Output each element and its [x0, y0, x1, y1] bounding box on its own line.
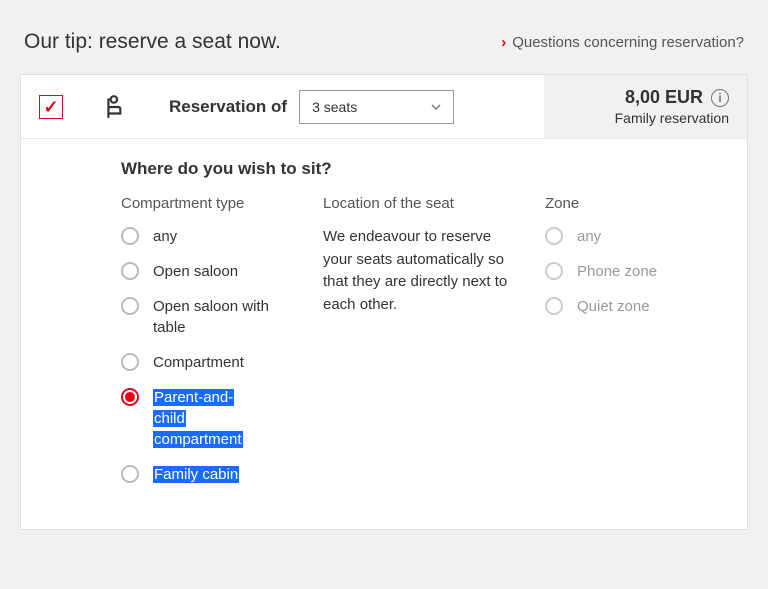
compartment-radio-any[interactable]: any: [121, 226, 291, 247]
zone-radio-phone: Phone zone: [545, 261, 729, 282]
zone-column: Zone any Phone zone Quiet zone: [545, 195, 729, 499]
radio-icon: [545, 297, 563, 315]
radio-label: Compartment: [153, 352, 244, 373]
location-text: We endeavour to reserve your seats autom…: [323, 226, 513, 316]
radio-icon: [121, 262, 139, 280]
compartment-radio-open-saloon-table[interactable]: Open saloon with table: [121, 296, 291, 338]
price: 8,00 EUR: [625, 87, 703, 108]
radio-label: Open saloon: [153, 261, 238, 282]
radio-icon: [545, 262, 563, 280]
seats-select[interactable]: 3 seats: [299, 90, 454, 124]
compartment-radio-parent-child[interactable]: Parent-and- child compartment: [121, 387, 291, 450]
compartment-radio-open-saloon[interactable]: Open saloon: [121, 261, 291, 282]
radio-icon: [121, 227, 139, 245]
options-row: Compartment type any Open saloon Open sa…: [121, 195, 729, 499]
radio-icon: [121, 297, 139, 315]
radio-label: Parent-and- child compartment: [153, 387, 243, 450]
chevron-right-icon: ›: [501, 34, 506, 51]
reservation-panel: ✓ Reservation of 3 seats 8,00 EUR i Fami…: [20, 74, 748, 530]
header-right: 8,00 EUR i Family reservation: [544, 75, 747, 138]
seats-select-wrapper: 3 seats: [299, 90, 454, 124]
radio-icon: [545, 227, 563, 245]
zone-radio-any: any: [545, 226, 729, 247]
radio-label: Quiet zone: [577, 296, 650, 317]
compartment-column: Compartment type any Open saloon Open sa…: [121, 195, 291, 499]
reservation-label: Reservation of: [169, 97, 287, 117]
seat-icon: [103, 94, 129, 120]
info-icon[interactable]: i: [711, 89, 729, 107]
radio-label: any: [577, 226, 601, 247]
compartment-radio-compartment[interactable]: Compartment: [121, 352, 291, 373]
panel-header: ✓ Reservation of 3 seats 8,00 EUR i Fami…: [21, 75, 747, 139]
zone-title: Zone: [545, 195, 729, 212]
where-title: Where do you wish to sit?: [121, 159, 729, 179]
radio-label: Open saloon with table: [153, 296, 291, 338]
radio-icon: [121, 353, 139, 371]
radio-label: Family cabin: [153, 464, 239, 485]
radio-label: Phone zone: [577, 261, 657, 282]
help-link[interactable]: › Questions concerning reservation?: [501, 34, 744, 51]
radio-icon: [121, 388, 139, 406]
location-title: Location of the seat: [323, 195, 513, 212]
zone-radio-quiet: Quiet zone: [545, 296, 729, 317]
reservation-checkbox[interactable]: ✓: [39, 95, 63, 119]
tip-title: Our tip: reserve a seat now.: [24, 30, 281, 54]
price-subtitle: Family reservation: [615, 110, 729, 126]
help-link-label: Questions concerning reservation?: [512, 34, 744, 51]
radio-icon: [121, 465, 139, 483]
location-column: Location of the seat We endeavour to res…: [323, 195, 513, 499]
compartment-title: Compartment type: [121, 195, 291, 212]
panel-body: Where do you wish to sit? Compartment ty…: [21, 139, 747, 529]
radio-label: any: [153, 226, 177, 247]
header-left: ✓ Reservation of 3 seats: [21, 75, 544, 138]
compartment-radio-family-cabin[interactable]: Family cabin: [121, 464, 291, 485]
